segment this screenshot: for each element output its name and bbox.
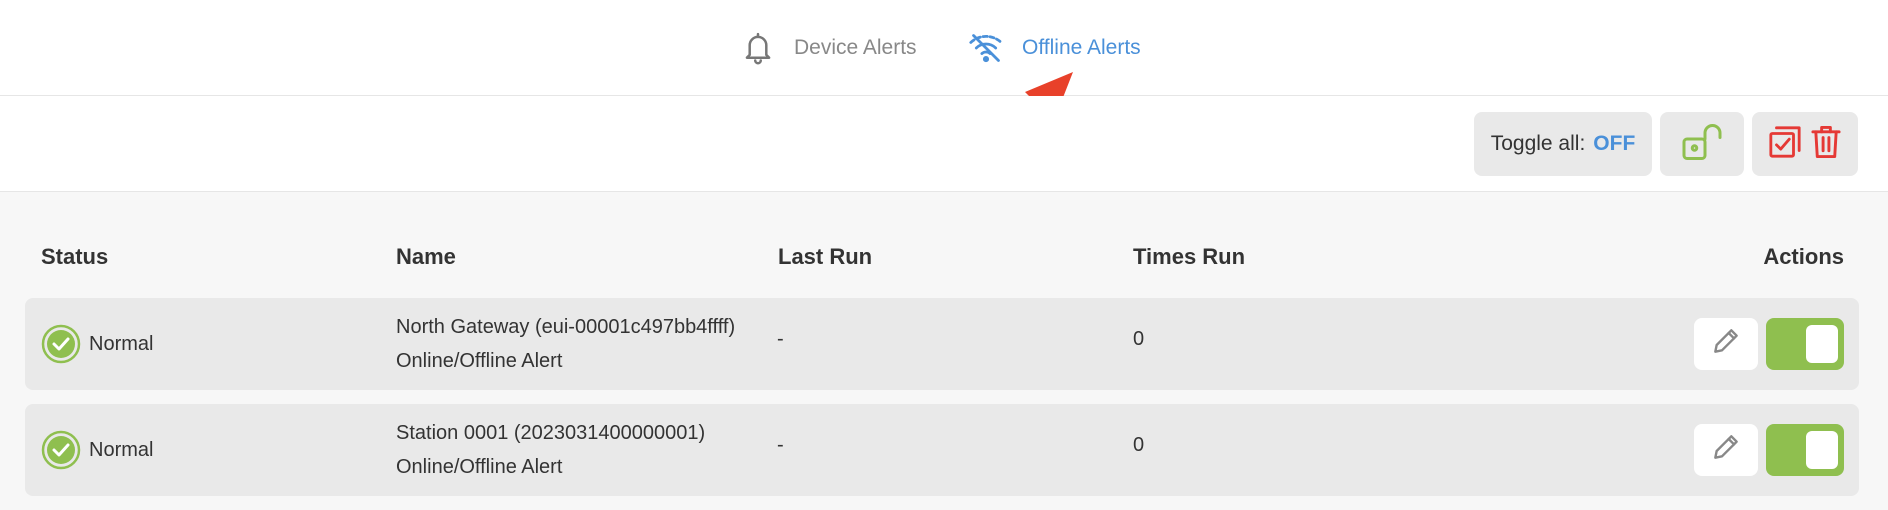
tab-offline-alerts[interactable]: Offline Alerts — [966, 28, 1141, 68]
status-cell: Normal — [41, 324, 153, 364]
alert-tabs: Device Alerts Offline Alerts — [0, 0, 1888, 96]
bulk-actions-button[interactable] — [1752, 112, 1858, 176]
status-cell: Normal — [41, 430, 153, 470]
times-run-value: 0 — [1133, 328, 1145, 350]
toggle-knob — [1806, 325, 1838, 363]
alerts-table: Status Name Last Run Times Run Actions N… — [0, 192, 1888, 510]
trash-icon — [1810, 124, 1842, 165]
alert-name: North Gateway (eui-00001c497bb4ffff) Onl… — [396, 316, 736, 372]
column-header-status: Status — [41, 244, 109, 269]
column-header-times-run: Times Run — [1133, 244, 1246, 269]
toggle-knob — [1806, 431, 1838, 469]
toggle-all-label: Toggle all: — [1490, 132, 1586, 155]
last-run-value: - — [777, 328, 784, 350]
toggle-all-value: OFF — [1593, 132, 1636, 155]
enable-toggle[interactable] — [1766, 424, 1844, 476]
check-circle-icon — [41, 324, 81, 364]
bell-icon — [738, 28, 778, 68]
last-run-value: - — [777, 434, 784, 456]
status-text: Normal — [89, 438, 154, 461]
times-run-value: 0 — [1133, 434, 1145, 456]
unlock-icon — [1681, 122, 1723, 167]
pencil-icon — [1710, 431, 1742, 469]
tab-label: Offline Alerts — [1022, 36, 1141, 59]
wifi-off-icon — [966, 28, 1006, 68]
column-header-name: Name — [396, 244, 456, 269]
pencil-icon — [1710, 325, 1742, 363]
edit-button[interactable] — [1694, 424, 1758, 476]
lock-button[interactable] — [1660, 112, 1744, 176]
toolbar: Toggle all: OFF — [0, 96, 1888, 192]
table-row: Normal North Gateway (eui-00001c497bb4ff… — [25, 298, 1859, 390]
table-row: Normal Station 0001 (2023031400000001) O… — [25, 404, 1859, 496]
check-circle-icon — [41, 430, 81, 470]
tab-label: Device Alerts — [794, 36, 917, 59]
tab-device-alerts[interactable]: Device Alerts — [738, 28, 917, 68]
alert-name: Station 0001 (2023031400000001) Online/O… — [396, 422, 706, 478]
toggle-all-button[interactable]: Toggle all: OFF — [1474, 112, 1652, 176]
enable-toggle[interactable] — [1766, 318, 1844, 370]
edit-button[interactable] — [1694, 318, 1758, 370]
table-header: Status Name Last Run Times Run Actions — [0, 244, 1888, 274]
status-text: Normal — [89, 332, 154, 355]
column-header-last-run: Last Run — [778, 244, 873, 269]
column-header-actions: Actions — [1763, 244, 1844, 269]
checklist-icon — [1768, 125, 1802, 164]
